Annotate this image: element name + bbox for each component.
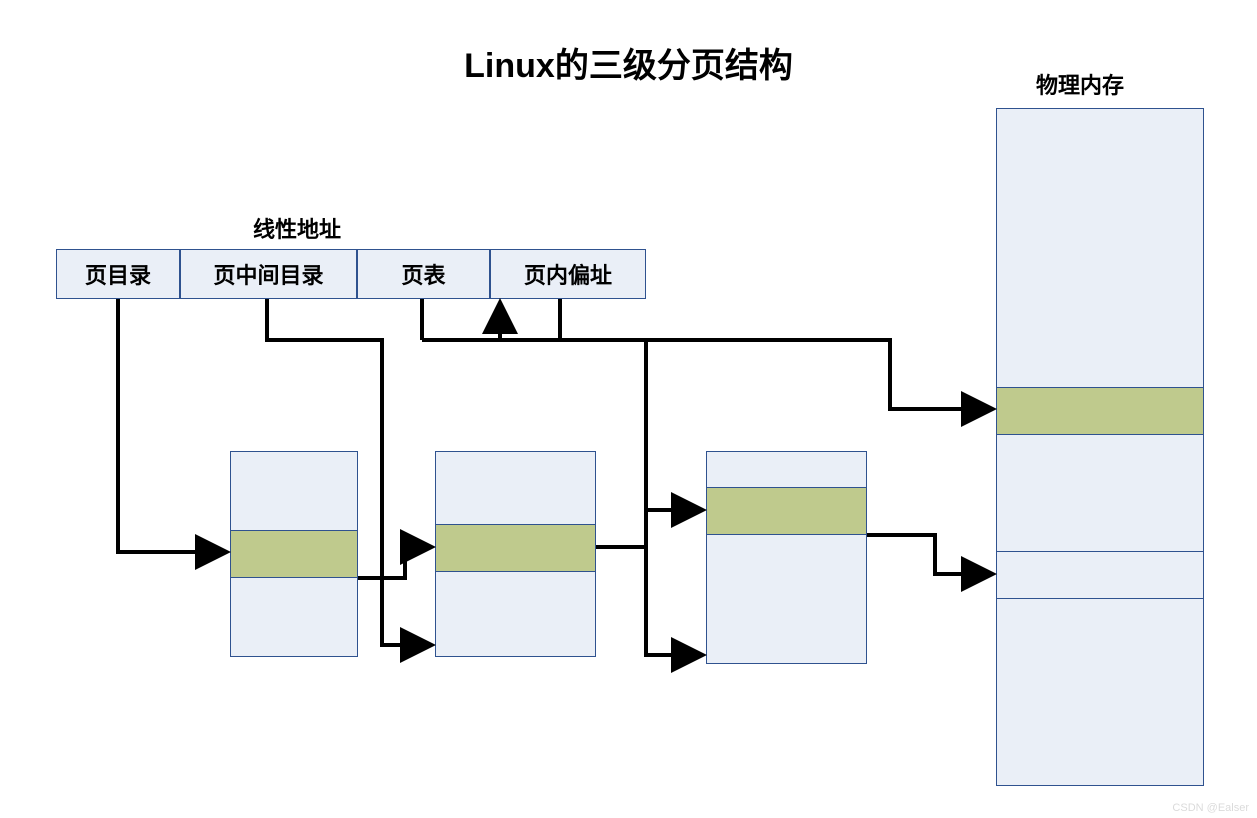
page-directory-entry-selected	[231, 530, 357, 578]
addr-field-page-middle-directory: 页中间目录	[180, 249, 357, 299]
page-table	[706, 451, 867, 664]
page-directory-table	[230, 451, 358, 657]
physical-memory-label: 物理内存	[1036, 68, 1124, 100]
addr-field-page-table: 页表	[357, 249, 490, 299]
physical-page-selected	[997, 387, 1203, 435]
addr-field-page-directory: 页目录	[56, 249, 180, 299]
linear-address-label: 线性地址	[253, 212, 341, 244]
addr-field-page-offset: 页内偏址	[490, 249, 646, 299]
page-middle-directory-table	[435, 451, 596, 657]
physical-memory	[996, 108, 1204, 786]
physical-page-entry	[997, 551, 1203, 599]
watermark: CSDN @Ealser	[1172, 802, 1249, 814]
page-table-entry-selected	[707, 487, 866, 535]
page-middle-directory-entry-selected	[436, 524, 595, 572]
diagram-title: Linux的三级分页结构	[464, 38, 793, 87]
